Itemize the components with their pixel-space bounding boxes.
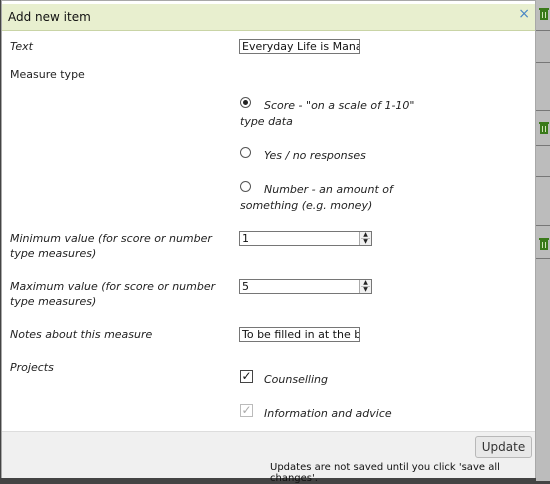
- minimum-value: 1: [242, 232, 249, 245]
- background-row-divider: [536, 62, 550, 63]
- minimum-value-label: Minimum value (for score or number type …: [10, 232, 212, 260]
- add-item-dialog: Add new item × Text Everyday Life is Man…: [1, 0, 536, 484]
- maximum-value: 5: [242, 280, 249, 293]
- background-row-divider: [536, 110, 550, 111]
- update-button[interactable]: Update: [475, 436, 532, 458]
- trash-icon[interactable]: [539, 238, 549, 250]
- trash-icon[interactable]: [539, 8, 549, 20]
- trash-icon[interactable]: [539, 122, 549, 134]
- projects-label: Projects: [10, 361, 54, 374]
- measure-type-label: Measure type: [10, 68, 85, 81]
- chevron-down-icon[interactable]: ▼: [361, 287, 370, 293]
- background-row-divider: [536, 176, 550, 177]
- chevron-down-icon[interactable]: ▼: [361, 239, 370, 245]
- dialog-title: Add new item: [8, 10, 91, 24]
- stepper-buttons: ▲ ▼: [359, 232, 371, 245]
- background-row-divider: [536, 258, 550, 259]
- background-row-divider: [536, 30, 550, 31]
- text-label: Text: [10, 40, 33, 53]
- background-row-divider: [536, 225, 550, 226]
- dialog-footer: Update Updates are not saved until you c…: [2, 431, 535, 484]
- project-checkbox-information-advice: ✓: [240, 403, 253, 417]
- maximum-value-label: Maximum value (for score or number type …: [10, 280, 216, 308]
- notes-label: Notes about this measure: [10, 328, 153, 341]
- maximum-value-stepper[interactable]: 5 ▲ ▼: [239, 279, 372, 294]
- measure-type-yes-no-label: Yes / no responses: [264, 149, 366, 162]
- measure-type-number-label: Number - an amount of something (e.g. mo…: [240, 183, 393, 212]
- measure-type-score-label: Score - "on a scale of 1-10" type data: [240, 99, 415, 128]
- text-input[interactable]: Everyday Life is Manag: [239, 39, 360, 54]
- project-information-advice-label: Information and advice: [264, 407, 392, 420]
- notes-input[interactable]: To be filled in at the be: [239, 327, 360, 342]
- close-icon[interactable]: ×: [518, 6, 530, 22]
- dialog-titlebar[interactable]: Add new item ×: [2, 4, 535, 31]
- stepper-buttons: ▲ ▼: [359, 280, 371, 293]
- project-counselling-label: Counselling: [264, 373, 328, 386]
- minimum-value-stepper[interactable]: 1 ▲ ▼: [239, 231, 372, 246]
- background-row-divider: [536, 145, 550, 146]
- project-checkbox-counselling[interactable]: ✓: [240, 370, 253, 383]
